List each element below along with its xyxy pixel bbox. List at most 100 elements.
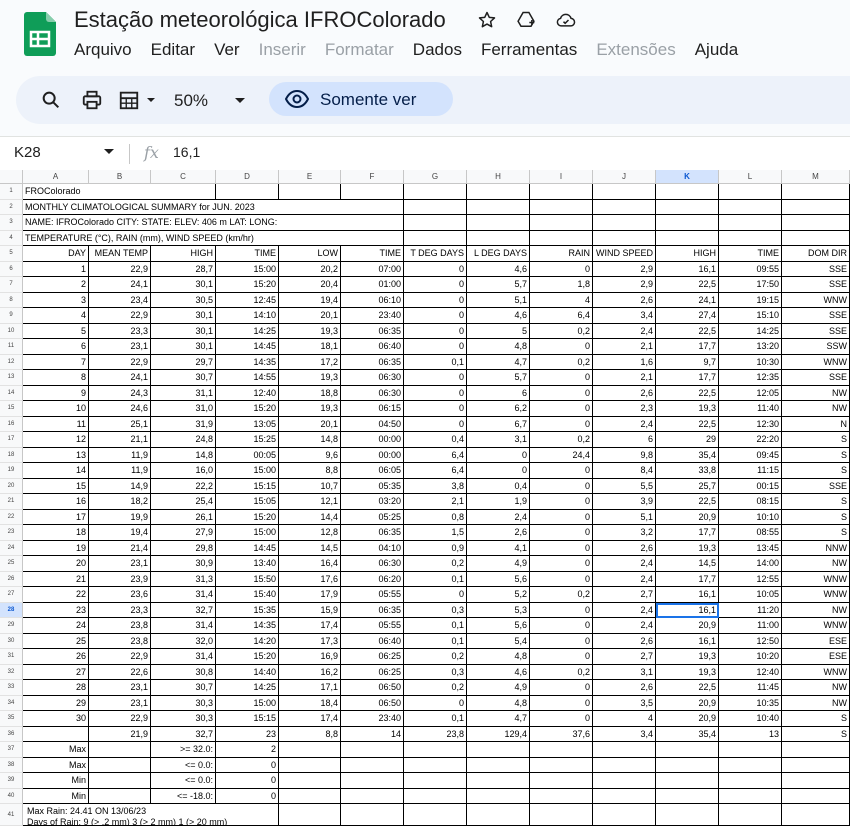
- table-cell[interactable]: 29: [656, 432, 719, 448]
- table-cell[interactable]: 2,7: [593, 649, 656, 665]
- table-cell[interactable]: 22,5: [656, 680, 719, 696]
- table-cell[interactable]: 3,5: [593, 695, 656, 711]
- table-cell[interactable]: 8,4: [593, 463, 656, 479]
- chevron-down-icon[interactable]: [233, 89, 247, 111]
- table-cell[interactable]: 12: [23, 432, 89, 448]
- table-cell[interactable]: 31,4: [151, 649, 216, 665]
- table-cell[interactable]: 4,9: [467, 680, 530, 696]
- table-cell[interactable]: 22,9: [89, 308, 151, 324]
- table-cell[interactable]: 0: [404, 385, 467, 401]
- row-header[interactable]: 37: [0, 742, 23, 758]
- table-cell[interactable]: 14:20: [216, 633, 279, 649]
- table-cell[interactable]: 30,9: [151, 556, 216, 572]
- table-cell[interactable]: 1,8: [530, 277, 593, 293]
- table-cell[interactable]: MEAN TEMP: [89, 246, 151, 262]
- table-cell[interactable]: RAIN: [530, 246, 593, 262]
- table-cell[interactable]: 18,2: [89, 494, 151, 510]
- table-cell[interactable]: SSE: [782, 277, 850, 293]
- table-cell[interactable]: 9,6: [279, 447, 341, 463]
- row-header[interactable]: 26: [0, 571, 23, 587]
- table-cell[interactable]: 0: [530, 649, 593, 665]
- table-cell[interactable]: [89, 788, 151, 804]
- table-cell[interactable]: 15:10: [719, 308, 782, 324]
- table-cell[interactable]: 18: [23, 525, 89, 541]
- row-header[interactable]: 31: [0, 649, 23, 665]
- table-cell[interactable]: 12:55: [719, 571, 782, 587]
- table-cell[interactable]: 2,7: [593, 587, 656, 603]
- table-cell[interactable]: 22:20: [719, 432, 782, 448]
- table-cell[interactable]: 31,9: [151, 416, 216, 432]
- row-header[interactable]: 23: [0, 525, 23, 541]
- formula-input[interactable]: 16,1: [173, 144, 200, 160]
- table-cell[interactable]: 11:15: [719, 463, 782, 479]
- table-cell[interactable]: 0,8: [404, 509, 467, 525]
- table-cell[interactable]: 17:50: [719, 277, 782, 293]
- table-cell[interactable]: 26,1: [151, 509, 216, 525]
- table-cell[interactable]: 10:20: [719, 649, 782, 665]
- table-cell[interactable]: 2,4: [593, 571, 656, 587]
- table-cell[interactable]: 22,6: [89, 664, 151, 680]
- row-header[interactable]: 16: [0, 416, 23, 432]
- table-cell[interactable]: [782, 773, 850, 789]
- table-cell[interactable]: 11:40: [719, 401, 782, 417]
- row-header[interactable]: 4: [0, 230, 23, 246]
- table-cell[interactable]: 16: [23, 494, 89, 510]
- table-cell[interactable]: 0,4: [467, 478, 530, 494]
- table-cell[interactable]: HIGH: [151, 246, 216, 262]
- table-cell[interactable]: WNW: [782, 664, 850, 680]
- table-cell[interactable]: 1,9: [467, 494, 530, 510]
- row-header[interactable]: 27: [0, 587, 23, 603]
- row-header[interactable]: 34: [0, 695, 23, 711]
- table-cell[interactable]: SSE: [782, 370, 850, 386]
- table-cell[interactable]: NW: [782, 556, 850, 572]
- table-cell[interactable]: 0: [467, 447, 530, 463]
- table-cell[interactable]: 24,6: [89, 401, 151, 417]
- table-cell[interactable]: <= 0.0:: [151, 757, 216, 773]
- table-cell[interactable]: 30: [23, 711, 89, 727]
- row-header[interactable]: 39: [0, 773, 23, 789]
- search-icon[interactable]: [40, 89, 62, 111]
- table-cell[interactable]: 7: [23, 354, 89, 370]
- table-cell[interactable]: [404, 773, 467, 789]
- table-cell[interactable]: 0: [404, 339, 467, 355]
- table-cell[interactable]: 6,7: [467, 416, 530, 432]
- table-cell[interactable]: LOW: [279, 246, 341, 262]
- column-header[interactable]: E: [279, 170, 341, 184]
- table-cell[interactable]: 12,1: [279, 494, 341, 510]
- table-cell[interactable]: 0,3: [404, 664, 467, 680]
- table-cell[interactable]: 5,1: [467, 292, 530, 308]
- table-cell[interactable]: 0: [530, 385, 593, 401]
- table-cell[interactable]: 30,7: [151, 680, 216, 696]
- zoom-value[interactable]: 50%: [174, 91, 208, 111]
- table-cell[interactable]: 06:30: [341, 556, 404, 572]
- table-cell[interactable]: [593, 773, 656, 789]
- table-cell[interactable]: 07:00: [341, 261, 404, 277]
- table-cell[interactable]: TIME: [216, 246, 279, 262]
- menu-item[interactable]: Dados: [413, 40, 462, 60]
- table-cell[interactable]: S: [782, 726, 850, 742]
- table-cell[interactable]: 28,7: [151, 261, 216, 277]
- table-cell[interactable]: [530, 757, 593, 773]
- row-header[interactable]: 32: [0, 664, 23, 680]
- table-cell[interactable]: 0: [530, 540, 593, 556]
- table-cell[interactable]: 0,2: [530, 323, 593, 339]
- table-cell[interactable]: 12:50: [719, 633, 782, 649]
- menu-item[interactable]: Ver: [214, 40, 240, 60]
- table-cell[interactable]: 14,8: [279, 432, 341, 448]
- table-cell[interactable]: 11:45: [719, 680, 782, 696]
- table-cell[interactable]: 24: [23, 618, 89, 634]
- table-cell[interactable]: 5: [467, 323, 530, 339]
- table-cell[interactable]: 19,3: [279, 370, 341, 386]
- table-cell[interactable]: [341, 742, 404, 758]
- table-cell[interactable]: [782, 757, 850, 773]
- table-cell[interactable]: 04:50: [341, 416, 404, 432]
- table-cell[interactable]: 15:35: [216, 602, 279, 618]
- table-cell[interactable]: SSE: [782, 478, 850, 494]
- table-cell[interactable]: [530, 742, 593, 758]
- row-header[interactable]: 6: [0, 261, 23, 277]
- table-cell[interactable]: 20,2: [279, 261, 341, 277]
- table-cell[interactable]: [89, 742, 151, 758]
- table-cell[interactable]: 17,3: [279, 633, 341, 649]
- merged-title-cell[interactable]: NAME: IFROColorado CITY: STATE: ELEV: 40…: [23, 215, 850, 231]
- table-cell[interactable]: 12:40: [216, 385, 279, 401]
